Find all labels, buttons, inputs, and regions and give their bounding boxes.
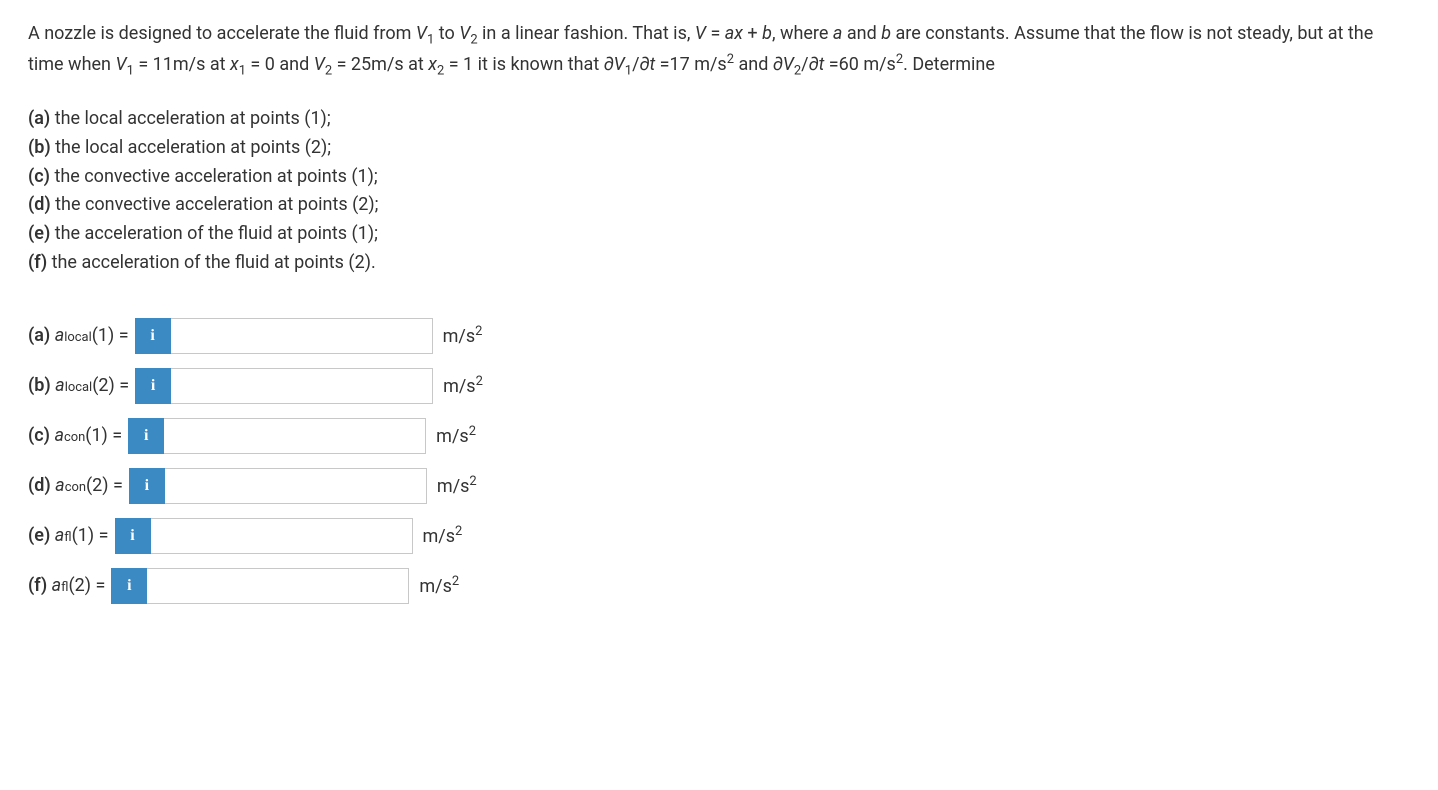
answer-prefix: (a) <box>28 322 50 349</box>
info-icon[interactable]: i <box>135 318 171 354</box>
answer-symbol: a <box>55 372 65 399</box>
answer-row-a: (a) alocal(1) = i m/s2 <box>28 318 1410 354</box>
part-c: (c) the convective acceleration at point… <box>28 163 1410 192</box>
answer-row-e: (e) afl(1) = i m/s2 <box>28 518 1410 554</box>
answer-arg: (1) = <box>85 422 122 449</box>
answer-arg: (1) = <box>72 522 109 549</box>
answer-arg: (2) = <box>69 572 106 599</box>
answer-label-a: (a) alocal(1) = <box>28 322 129 349</box>
part-e: (e) the acceleration of the fluid at poi… <box>28 220 1410 249</box>
answer-unit: m/s2 <box>443 322 483 350</box>
answer-symbol: a <box>54 422 64 449</box>
part-b-text: the local acceleration at points (2); <box>55 137 331 158</box>
answer-input-b[interactable] <box>171 368 433 404</box>
answer-label-c: (c) acon(1) = <box>28 422 122 449</box>
answer-row-d: (d) acon(2) = i m/s2 <box>28 468 1410 504</box>
answer-label-f: (f) afl(2) = <box>28 572 105 599</box>
info-icon[interactable]: i <box>128 418 164 454</box>
answer-input-e[interactable] <box>151 518 413 554</box>
answer-label-d: (d) acon(2) = <box>28 472 123 499</box>
answer-unit: m/s2 <box>436 422 476 450</box>
answer-prefix: (e) <box>28 522 50 549</box>
answer-input-f[interactable] <box>147 568 409 604</box>
answer-label-b: (b) alocal(2) = <box>28 372 129 399</box>
answer-subscript: fl <box>64 528 71 547</box>
problem-parts: (a) the local acceleration at points (1)… <box>28 105 1410 278</box>
answer-unit: m/s2 <box>443 372 483 400</box>
problem-statement: A nozzle is designed to accelerate the f… <box>28 20 1410 81</box>
answer-row-c: (c) acon(1) = i m/s2 <box>28 418 1410 454</box>
part-d: (d) the convective acceleration at point… <box>28 191 1410 220</box>
answer-prefix: (d) <box>28 472 51 499</box>
answer-subscript: con <box>64 428 85 447</box>
info-icon[interactable]: i <box>115 518 151 554</box>
answer-arg: (1) = <box>92 322 129 349</box>
answer-prefix: (b) <box>28 372 51 399</box>
answer-unit: m/s2 <box>437 472 477 500</box>
answer-row-b: (b) alocal(2) = i m/s2 <box>28 368 1410 404</box>
answer-prefix: (f) <box>28 572 47 599</box>
answer-subscript: fl <box>61 578 68 597</box>
part-f-text: the acceleration of the fluid at points … <box>52 252 376 273</box>
answer-row-f: (f) afl(2) = i m/s2 <box>28 568 1410 604</box>
part-e-text: the acceleration of the fluid at points … <box>55 223 378 244</box>
answer-symbol: a <box>55 522 65 549</box>
answer-symbol: a <box>55 472 65 499</box>
answer-input-c[interactable] <box>164 418 426 454</box>
answer-subscript: con <box>65 478 86 497</box>
info-icon[interactable]: i <box>135 368 171 404</box>
answer-label-e: (e) afl(1) = <box>28 522 109 549</box>
answer-input-a[interactable] <box>171 318 433 354</box>
answer-subscript: local <box>64 328 92 347</box>
part-b: (b) the local acceleration at points (2)… <box>28 134 1410 163</box>
answer-arg: (2) = <box>92 372 129 399</box>
part-a-text: the local acceleration at points (1); <box>55 108 331 129</box>
answer-subscript: local <box>65 378 93 397</box>
answer-arg: (2) = <box>86 472 123 499</box>
answer-prefix: (c) <box>28 422 50 449</box>
info-icon[interactable]: i <box>129 468 165 504</box>
part-f: (f) the acceleration of the fluid at poi… <box>28 249 1410 278</box>
answer-symbol: a <box>52 572 62 599</box>
info-icon[interactable]: i <box>111 568 147 604</box>
answer-unit: m/s2 <box>423 522 463 550</box>
answer-symbol: a <box>55 322 65 349</box>
answer-input-d[interactable] <box>165 468 427 504</box>
part-d-text: the convective acceleration at points (2… <box>55 194 378 215</box>
part-a: (a) the local acceleration at points (1)… <box>28 105 1410 134</box>
answer-unit: m/s2 <box>419 572 459 600</box>
part-c-text: the convective acceleration at points (1… <box>54 166 377 187</box>
answer-section: (a) alocal(1) = i m/s2 (b) alocal(2) = i… <box>28 318 1410 604</box>
